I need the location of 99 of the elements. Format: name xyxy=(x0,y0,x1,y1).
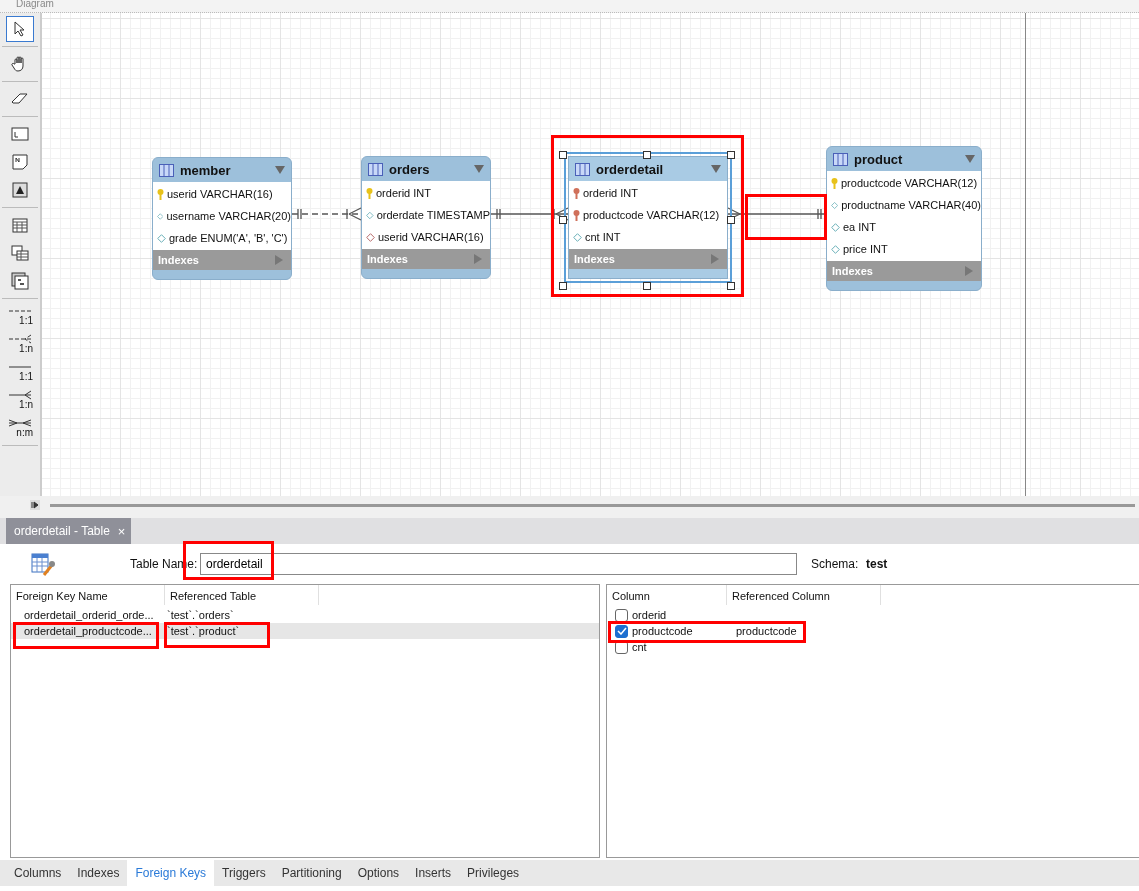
resize-handle[interactable] xyxy=(643,282,651,290)
caret-icon[interactable] xyxy=(474,165,484,173)
resize-handle[interactable] xyxy=(727,151,735,159)
layer-icon xyxy=(11,127,29,141)
views-icon xyxy=(11,245,29,261)
table-icon xyxy=(833,152,848,166)
entity-name: orders xyxy=(389,161,431,177)
relationship-icon xyxy=(7,390,33,400)
tool-button[interactable]: 1:n xyxy=(6,387,34,413)
list-row[interactable]: orderdetail_productcode... `test`.`product` xyxy=(11,623,599,639)
column-definition: cnt INT xyxy=(585,231,621,243)
table-cell: `test`.`product` xyxy=(167,625,240,637)
resize-handle[interactable] xyxy=(643,151,651,159)
caret-icon[interactable] xyxy=(965,155,975,163)
tool-button[interactable]: 1:1 xyxy=(6,303,34,329)
table-icon xyxy=(368,162,383,176)
field-label: Schema: xyxy=(811,557,860,571)
table-cell-text: orderdetail_productcode... xyxy=(23,625,153,637)
entity-name: orderdetail xyxy=(596,161,665,177)
column-header[interactable]: Referenced Column xyxy=(727,585,881,605)
routine-group-icon xyxy=(11,272,29,290)
diamond-icon xyxy=(831,244,840,254)
tool-button[interactable]: 1:n xyxy=(6,331,34,357)
column-definition: userid VARCHAR(16) xyxy=(167,188,273,200)
tab[interactable]: Triggers xyxy=(214,860,274,886)
table-cell-text: orderid xyxy=(632,609,668,621)
table-name-field[interactable]: orderdetail xyxy=(200,553,797,575)
column-definition: orderdate TIMESTAMP xyxy=(376,209,490,221)
tab[interactable]: Privileges xyxy=(459,860,528,886)
entity-name: product xyxy=(854,151,904,167)
tab[interactable]: Foreign Keys xyxy=(127,860,215,886)
pointer-icon xyxy=(13,21,27,37)
diamond-icon xyxy=(157,233,166,243)
diamond-icon xyxy=(831,200,839,210)
relationship-line[interactable] xyxy=(491,206,568,222)
resize-handle[interactable] xyxy=(727,216,735,224)
table-entity[interactable]: orders orderid INT orderdate TIMESTAMP userid VARCHAR(16) Indexes xyxy=(361,156,491,279)
table-icon xyxy=(575,162,590,176)
diamond-icon xyxy=(366,210,374,220)
column-definition: orderid INT xyxy=(583,187,639,199)
note-icon xyxy=(12,154,28,170)
image-icon xyxy=(12,182,28,198)
tab[interactable]: Inserts xyxy=(407,860,460,886)
column-header[interactable]: Referenced Table xyxy=(165,585,319,605)
column-definition: productcode VARCHAR(12) xyxy=(583,209,720,221)
caret-icon[interactable] xyxy=(275,166,285,174)
panel-title: Diagram xyxy=(16,0,54,9)
column-definition: grade ENUM('A', 'B', 'C') xyxy=(169,232,288,244)
tool-button[interactable]: n:m xyxy=(6,415,34,441)
table-entity[interactable]: member userid VARCHAR(16) username VARCHAR(20) grade ENUM('A', 'B', 'C') Indexes xyxy=(152,157,292,280)
column-definition: productcode VARCHAR(12) xyxy=(841,177,978,189)
table-entity[interactable]: product productcode VARCHAR(12) productname VARCHAR(40) ea INT price INT Indexes xyxy=(826,146,982,291)
table-cell-text: productcode xyxy=(632,625,694,637)
entity-name: member xyxy=(180,162,232,178)
column-definition: username VARCHAR(20) xyxy=(166,210,291,222)
key-icon xyxy=(157,188,164,200)
column-header[interactable]: Foreign Key Name xyxy=(11,585,165,605)
tool-button[interactable]: 1:1 xyxy=(6,359,34,385)
key-icon xyxy=(573,187,580,199)
resize-handle[interactable] xyxy=(559,216,567,224)
tab[interactable]: Partitioning xyxy=(273,860,350,886)
column-definition: price INT xyxy=(843,243,888,255)
table-icon xyxy=(159,163,174,177)
table-wrench-icon xyxy=(30,551,56,577)
caret-icon[interactable] xyxy=(711,165,721,173)
horizontal-scrollbar[interactable] xyxy=(50,503,1135,507)
relationship-icon xyxy=(7,418,33,428)
eraser-icon xyxy=(11,93,29,105)
column-header[interactable]: Column xyxy=(607,585,727,605)
table-cell-text: cnt xyxy=(632,641,648,653)
key-icon xyxy=(366,187,373,199)
tab[interactable]: Indexes xyxy=(69,860,128,886)
checkbox[interactable] xyxy=(615,608,628,622)
table-cell: productcode xyxy=(736,625,797,637)
table-cell-text: orderdetail_orderid_orde... xyxy=(23,609,155,621)
column-definition: ea INT xyxy=(843,221,876,233)
resize-handle[interactable] xyxy=(559,282,567,290)
table-icon xyxy=(12,217,28,233)
checkbox[interactable] xyxy=(615,624,628,638)
table-cell: `test`.`orders` xyxy=(167,609,234,621)
collapse-icon[interactable] xyxy=(30,500,40,510)
key-icon xyxy=(831,177,838,189)
key-icon xyxy=(573,209,580,221)
column-definition: userid VARCHAR(16) xyxy=(378,231,484,243)
tab[interactable]: Columns xyxy=(6,860,70,886)
diamond-icon xyxy=(573,232,582,242)
resize-handle[interactable] xyxy=(727,282,735,290)
relationship-icon xyxy=(7,334,33,344)
column-definition: orderid INT xyxy=(376,187,432,199)
diamond-icon xyxy=(831,222,840,232)
diamond-icon xyxy=(157,211,164,221)
relationship-line[interactable] xyxy=(292,206,361,222)
relationship-line[interactable] xyxy=(728,206,826,222)
resize-handle[interactable] xyxy=(559,151,567,159)
diamond-icon xyxy=(366,232,375,242)
schema-name: test xyxy=(866,557,888,571)
tab[interactable]: Options xyxy=(349,860,408,886)
list-row[interactable]: orderdetail_orderid_orde... `test`.`orders` xyxy=(11,607,599,623)
column-definition: productname VARCHAR(40) xyxy=(841,199,981,211)
